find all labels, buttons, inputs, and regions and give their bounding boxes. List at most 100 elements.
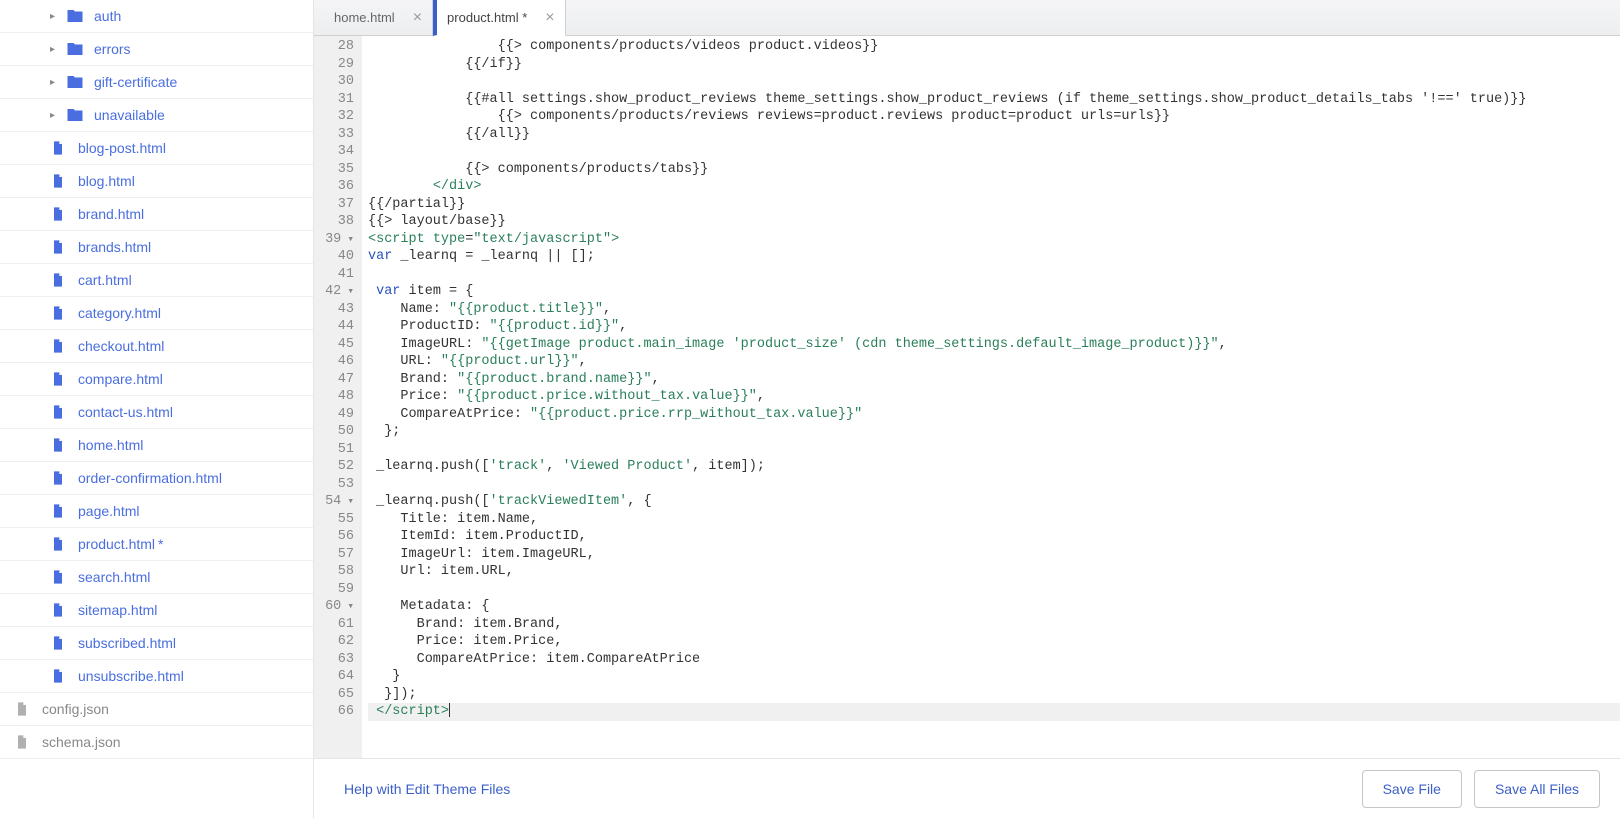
line-number: 58	[314, 563, 354, 581]
folder-icon	[66, 73, 84, 91]
file-label: subscribed.html	[78, 635, 176, 651]
folder-item-gift-certificate[interactable]: ▸gift-certificate	[0, 66, 313, 99]
editor-footer: Help with Edit Theme Files Save File Sav…	[314, 758, 1620, 818]
line-number: 43	[314, 301, 354, 319]
root-file-item-config-json[interactable]: config.json	[0, 693, 313, 726]
code-line[interactable]	[368, 143, 1620, 161]
code-line[interactable]: Price: item.Price,	[368, 633, 1620, 651]
tab-home-html[interactable]: home.html×	[324, 0, 433, 35]
file-item-brands-html[interactable]: brands.html	[0, 231, 313, 264]
code-line[interactable]: Brand: "{{product.brand.name}}",	[368, 371, 1620, 389]
code-line[interactable]: };	[368, 423, 1620, 441]
code-line[interactable]: </script>	[368, 703, 1620, 721]
file-label: compare.html	[78, 371, 163, 387]
code-line[interactable]	[368, 73, 1620, 91]
code-line[interactable]: var item = {	[368, 283, 1620, 301]
help-link[interactable]: Help with Edit Theme Files	[344, 781, 510, 797]
folder-icon	[66, 7, 84, 25]
line-number: 54 ▾	[314, 493, 354, 511]
file-icon	[50, 370, 68, 388]
file-label: category.html	[78, 305, 161, 321]
code-line[interactable]	[368, 476, 1620, 494]
line-number: 61	[314, 616, 354, 634]
file-item-cart-html[interactable]: cart.html	[0, 264, 313, 297]
save-file-button[interactable]: Save File	[1362, 770, 1462, 808]
file-label: brands.html	[78, 239, 151, 255]
folder-item-auth[interactable]: ▸ auth	[0, 0, 313, 33]
code-line[interactable]: URL: "{{product.url}}",	[368, 353, 1620, 371]
code-line[interactable]: {{#all settings.show_product_reviews the…	[368, 91, 1620, 109]
file-item-contact-us-html[interactable]: contact-us.html	[0, 396, 313, 429]
code-line[interactable]: ImageURL: "{{getImage product.main_image…	[368, 336, 1620, 354]
code-line[interactable]: }]);	[368, 686, 1620, 704]
file-item-home-html[interactable]: home.html	[0, 429, 313, 462]
line-number: 46	[314, 353, 354, 371]
file-item-search-html[interactable]: search.html	[0, 561, 313, 594]
code-line[interactable]: Brand: item.Brand,	[368, 616, 1620, 634]
file-item-product-html[interactable]: product.html*	[0, 528, 313, 561]
code-line[interactable]: Metadata: {	[368, 598, 1620, 616]
line-number: 39 ▾	[314, 231, 354, 249]
code-line[interactable]: _learnq.push(['track', 'Viewed Product',…	[368, 458, 1620, 476]
code-line[interactable]	[368, 581, 1620, 599]
line-number: 41	[314, 266, 354, 284]
code-line[interactable]: </div>	[368, 178, 1620, 196]
code-line[interactable]: Name: "{{product.title}}",	[368, 301, 1620, 319]
code-line[interactable]: ItemId: item.ProductID,	[368, 528, 1620, 546]
code-line[interactable]: {{/all}}	[368, 126, 1620, 144]
code-line[interactable]: _learnq.push(['trackViewedItem', {	[368, 493, 1620, 511]
folder-icon	[66, 40, 84, 58]
close-icon[interactable]: ×	[413, 10, 422, 26]
editor-main: home.html×product.html *× 28293031323334…	[314, 0, 1620, 818]
code-line[interactable]: <script type="text/javascript">	[368, 231, 1620, 249]
file-label: cart.html	[78, 272, 132, 288]
folder-label: auth	[94, 8, 121, 24]
code-line[interactable]	[368, 266, 1620, 284]
code-line[interactable]: var _learnq = _learnq || [];	[368, 248, 1620, 266]
file-item-checkout-html[interactable]: checkout.html	[0, 330, 313, 363]
code-line[interactable]: {{> layout/base}}	[368, 213, 1620, 231]
file-item-category-html[interactable]: category.html	[0, 297, 313, 330]
file-item-sitemap-html[interactable]: sitemap.html	[0, 594, 313, 627]
code-line[interactable]: ProductID: "{{product.id}}",	[368, 318, 1620, 336]
code-editor[interactable]: 282930313233343536373839 ▾404142 ▾434445…	[314, 36, 1620, 758]
save-all-files-button[interactable]: Save All Files	[1474, 770, 1600, 808]
file-label: page.html	[78, 503, 139, 519]
code-line[interactable]: {{/if}}	[368, 56, 1620, 74]
line-number: 40	[314, 248, 354, 266]
code-line[interactable]: {{/partial}}	[368, 196, 1620, 214]
file-icon	[50, 139, 68, 157]
root-file-item-schema-json[interactable]: schema.json	[0, 726, 313, 759]
file-item-compare-html[interactable]: compare.html	[0, 363, 313, 396]
file-label: config.json	[42, 701, 109, 717]
file-item-unsubscribe-html[interactable]: unsubscribe.html	[0, 660, 313, 693]
code-line[interactable]: }	[368, 668, 1620, 686]
code-line[interactable]	[368, 441, 1620, 459]
file-item-brand-html[interactable]: brand.html	[0, 198, 313, 231]
chevron-right-icon: ▸	[50, 12, 58, 20]
file-item-page-html[interactable]: page.html	[0, 495, 313, 528]
folder-item-errors[interactable]: ▸errors	[0, 33, 313, 66]
tab-product-html[interactable]: product.html *×	[433, 0, 566, 36]
code-area[interactable]: {{> components/products/videos product.v…	[362, 36, 1620, 758]
file-icon	[14, 733, 32, 751]
code-line[interactable]: CompareAtPrice: item.CompareAtPrice	[368, 651, 1620, 669]
code-line[interactable]: {{> components/products/tabs}}	[368, 161, 1620, 179]
code-line[interactable]: CompareAtPrice: "{{product.price.rrp_wit…	[368, 406, 1620, 424]
code-line[interactable]: {{> components/products/videos product.v…	[368, 38, 1620, 56]
code-line[interactable]: {{> components/products/reviews reviews=…	[368, 108, 1620, 126]
code-line[interactable]: Title: item.Name,	[368, 511, 1620, 529]
file-item-blog-html[interactable]: blog.html	[0, 165, 313, 198]
code-line[interactable]: ImageUrl: item.ImageURL,	[368, 546, 1620, 564]
file-item-order-confirmation-html[interactable]: order-confirmation.html	[0, 462, 313, 495]
line-number: 28	[314, 38, 354, 56]
file-item-subscribed-html[interactable]: subscribed.html	[0, 627, 313, 660]
code-line[interactable]: Price: "{{product.price.without_tax.valu…	[368, 388, 1620, 406]
line-number: 57	[314, 546, 354, 564]
file-label: product.html	[78, 536, 155, 552]
folder-item-unavailable[interactable]: ▸unavailable	[0, 99, 313, 132]
code-line[interactable]: Url: item.URL,	[368, 563, 1620, 581]
file-item-blog-post-html[interactable]: blog-post.html	[0, 132, 313, 165]
text-cursor	[449, 703, 450, 717]
close-icon[interactable]: ×	[545, 10, 554, 26]
